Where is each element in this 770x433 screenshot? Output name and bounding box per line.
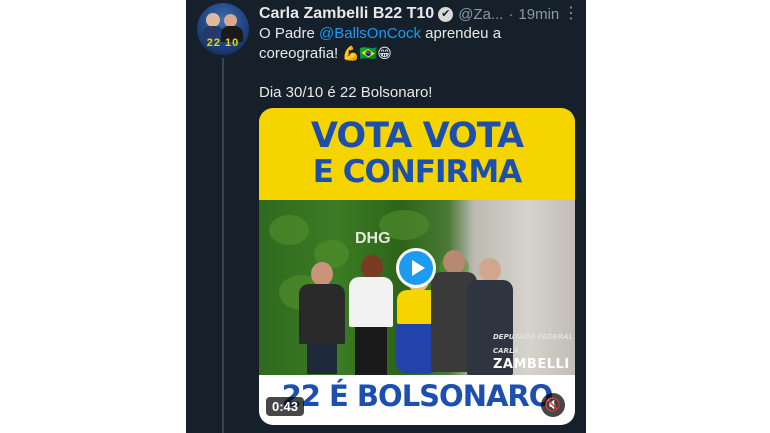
thread-line: [222, 58, 224, 433]
tweet-header: Carla Zambelli B22 T10 ✔ @Za... · 19min …: [259, 3, 579, 25]
mention-link[interactable]: @BallsOnCock: [319, 25, 421, 42]
avatar-person-left: [206, 13, 220, 27]
video-watermark: DEPUTADA FEDERAL CARLA ZAMBELLI: [493, 333, 574, 372]
tweet-timestamp[interactable]: 19min: [518, 6, 559, 23]
more-options-icon[interactable]: ⋮: [563, 3, 579, 23]
avatar[interactable]: 22 10: [197, 3, 249, 55]
play-icon[interactable]: [396, 248, 436, 288]
tweet-card[interactable]: 22 10 Carla Zambelli B22 T10 ✔ @Za... · …: [186, 0, 586, 433]
tweet-text: O Padre @BallsOnCock aprendeu a coreogra…: [259, 25, 502, 62]
separator-dot: ·: [508, 5, 514, 23]
tweet-text-line2: Dia 30/10 é 22 Bolsonaro!: [259, 84, 433, 101]
office-sign: DHG: [355, 230, 391, 247]
emoji-group: 💪🇧🇷😁: [342, 46, 392, 62]
bottom-banner-text: 22 É BOLSONARO: [281, 379, 554, 413]
verified-badge-icon: ✔: [438, 6, 454, 22]
video-player[interactable]: VOTA VOTA E CONFIRMA DHG DEPUTADA FEDERA…: [259, 108, 575, 425]
speaker-muted-icon[interactable]: 🔇: [541, 393, 565, 417]
banner-line-1: VOTA VOTA: [310, 116, 524, 156]
author-handle[interactable]: @Za...: [458, 6, 503, 23]
author-name[interactable]: Carla Zambelli B22 T10: [259, 5, 434, 23]
video-duration: 0:43: [266, 397, 305, 416]
avatar-numbers: 22 10: [206, 37, 240, 49]
banner-line-2: E CONFIRMA: [312, 154, 522, 190]
